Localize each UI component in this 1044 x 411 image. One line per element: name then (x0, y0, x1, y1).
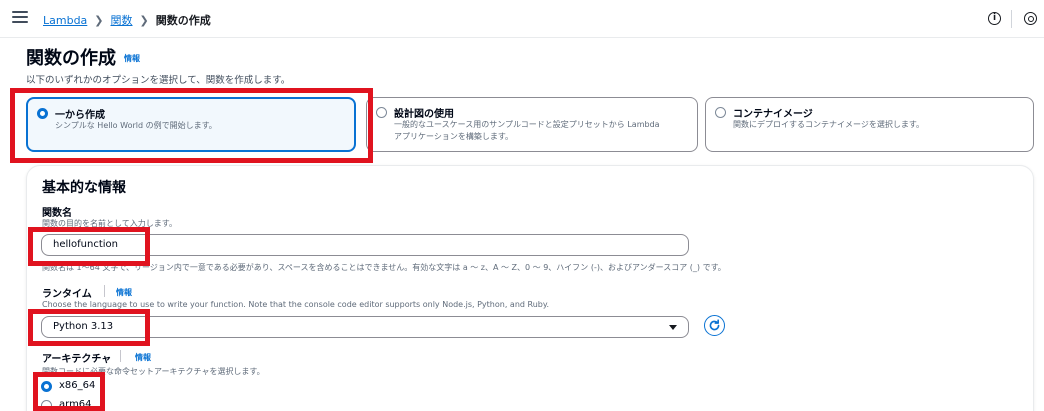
option-description: 一般的なユースケース用のサンプルコードと設定プリセットから Lambda アプリ… (394, 119, 660, 143)
option-title: 一から作成 (55, 110, 105, 121)
option-container-image[interactable]: コンテナイメージ 関数にデプロイするコンテナイメージを選択します。 (705, 97, 1034, 152)
caret-down-icon (669, 325, 677, 330)
page-title: 関数の作成 (26, 48, 116, 69)
radio-unselected-icon[interactable] (715, 107, 726, 118)
option-author-from-scratch[interactable]: 一から作成 シンプルな Hello World の例で開始します。 (26, 97, 356, 152)
option-description-line: 一般的なユースケース用のサンプルコードと設定プリセットから Lambda (394, 120, 660, 129)
breadcrumb-lambda[interactable]: Lambda (43, 14, 87, 27)
architecture-label: アーキテクチャ (42, 354, 112, 365)
runtime-info-link[interactable]: 情報 (116, 287, 132, 298)
divider (120, 350, 121, 362)
function-name-label: 関数名 (42, 208, 72, 219)
option-title: 設計図の使用 (394, 109, 454, 120)
option-description-line: アプリケーションを構築します。 (394, 132, 514, 141)
architecture-info-link[interactable]: 情報 (135, 352, 151, 363)
info-icon[interactable]: i (988, 12, 1001, 25)
function-name-input[interactable]: hellofunction (41, 234, 689, 256)
chevron-right-icon: ❯ (139, 13, 149, 27)
breadcrumb-functions[interactable]: 関数 (111, 12, 133, 28)
basic-info-title: 基本的な情報 (42, 180, 126, 196)
chevron-right-icon: ❯ (94, 13, 104, 27)
refresh-runtimes-button[interactable] (704, 315, 725, 336)
runtime-label: ランタイム (42, 289, 92, 300)
runtime-description: Choose the language to use to write your… (42, 300, 550, 309)
top-bar: Lambda ❯ 関数 ❯ 関数の作成 i (0, 0, 1044, 38)
divider (1011, 10, 1012, 28)
breadcrumb-current: 関数の作成 (155, 14, 211, 27)
hamburger-menu-icon[interactable] (12, 11, 28, 25)
page-description: 以下のいずれかのオプションを選択して、関数を作成します。 (26, 75, 291, 86)
architecture-description: 関数コードに必要な命令セットアーキテクチャを選択します。 (42, 367, 265, 376)
option-title: コンテナイメージ (733, 109, 813, 120)
settings-icon[interactable] (1024, 12, 1037, 25)
radio-unselected-icon[interactable] (376, 107, 387, 118)
option-use-blueprint[interactable]: 設計図の使用 一般的なユースケース用のサンプルコードと設定プリセットから Lam… (366, 97, 698, 152)
radio-x86-64[interactable] (41, 381, 52, 392)
option-description: 関数にデプロイするコンテナイメージを選択します。 (733, 120, 925, 129)
runtime-selected-value: Python 3.13 (53, 321, 114, 332)
breadcrumb: Lambda ❯ 関数 ❯ 関数の作成 (43, 12, 211, 28)
runtime-select[interactable]: Python 3.13 (41, 316, 689, 338)
radio-selected-icon[interactable] (37, 108, 48, 119)
radio-arm64[interactable] (41, 400, 52, 411)
function-name-constraint: 関数名は 1～64 文字で、リージョン内で一意である必要があり、スペースを含める… (42, 263, 726, 272)
option-description: シンプルな Hello World の例で開始します。 (55, 121, 217, 130)
refresh-icon (709, 319, 720, 331)
architecture-option-x86-64[interactable]: x86_64 (59, 380, 95, 391)
architecture-option-arm64[interactable]: arm64 (59, 399, 92, 410)
function-name-description: 関数の目的を名前として入力します。 (42, 219, 177, 228)
divider (104, 285, 105, 297)
page-info-link[interactable]: 情報 (124, 53, 140, 64)
